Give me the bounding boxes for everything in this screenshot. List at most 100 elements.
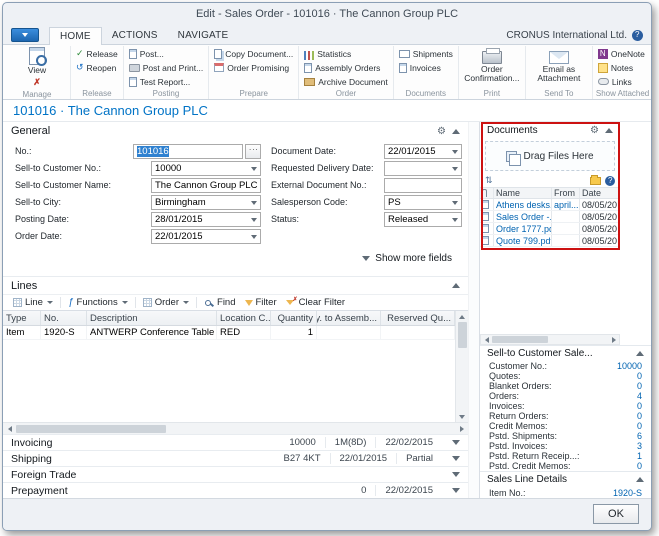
document-row[interactable]: Sales Order -... 08/05/20 [480,211,620,223]
help-icon[interactable] [632,30,643,41]
assembly-orders-button[interactable]: Assembly Orders [302,61,389,74]
clear-filter-button[interactable]: Clear Filter [282,295,349,310]
column-header[interactable]: Description [87,311,217,325]
assist-edit-button[interactable] [245,144,261,159]
scrollbar-thumb[interactable] [458,322,467,348]
functions-menu-button[interactable]: Functions [64,295,132,310]
find-button[interactable]: Find [200,295,239,310]
scroll-up-arrow[interactable] [456,311,468,322]
post-and-print-button[interactable]: Post and Print... [127,61,205,74]
dropdown-icon[interactable] [251,167,257,171]
fasttab-general-header[interactable]: General [3,122,468,140]
sales-line-details-header[interactable]: Sales Line Details [480,471,651,487]
tab-home[interactable]: HOME [49,27,102,45]
drilldown-link[interactable]: 0 [637,381,642,391]
shipments-button[interactable]: Shipments [397,47,455,60]
no-input[interactable]: 101016 [133,144,243,159]
onenote-button[interactable]: OneNote [596,47,649,60]
release-button[interactable]: Release [74,47,120,60]
scroll-left-arrow[interactable] [3,423,16,434]
dropdown-icon[interactable] [251,235,257,239]
pane-splitter[interactable] [468,122,479,498]
fasttab-shipping[interactable]: Shipping B27 4KT 22/01/2015 Partial [3,450,468,466]
posting-date-input[interactable]: 28/01/2015 [151,212,261,227]
sell-to-city-input[interactable]: Birmingham [151,195,261,210]
view-button[interactable]: View [7,47,67,75]
statistics-button[interactable]: Statistics [302,47,389,60]
post-button[interactable]: Post... [127,47,205,60]
column-header[interactable]: Qty. to Assemb... [317,311,381,325]
collapse-icon[interactable] [452,283,460,288]
document-row[interactable]: Order 1777.pdf 08/05/20 [480,223,620,235]
scroll-right-arrow[interactable] [455,423,468,434]
external-document-no-input[interactable] [384,178,462,193]
requested-delivery-date-input[interactable] [384,161,462,176]
expand-icon[interactable] [452,456,460,461]
scroll-left-arrow[interactable] [481,335,492,344]
column-header[interactable]: Location C... [217,311,271,325]
dropdown-icon[interactable] [452,201,458,205]
fasttab-foreign-trade[interactable]: Foreign Trade [3,466,468,482]
column-header[interactable]: Name [494,188,552,198]
dropdown-icon[interactable] [452,150,458,154]
dropdown-icon[interactable] [452,218,458,222]
expand-icon[interactable] [452,472,460,477]
drag-files-dropzone[interactable]: Drag Files Here [485,141,615,171]
copy-document-button[interactable]: Copy Document... [212,47,295,60]
table-row[interactable]: Item 1920-S ANTWERP Conference Table RED… [3,326,455,340]
column-header[interactable]: From [552,188,580,198]
salesperson-code-input[interactable]: PS [384,195,462,210]
archive-document-button[interactable]: Archive Document [302,75,389,88]
invoices-button[interactable]: Invoices [397,61,455,74]
help-icon[interactable] [605,176,615,186]
document-date-input[interactable]: 22/01/2015 [384,144,462,159]
folder-icon[interactable] [590,177,601,185]
documents-horizontal-scrollbar[interactable] [480,334,620,345]
expand-icon[interactable] [452,440,460,445]
documents-panel-header[interactable]: Documents [480,122,620,138]
expand-icon[interactable] [452,488,460,493]
grid-empty-area[interactable] [3,340,455,422]
drilldown-link[interactable]: 3 [637,441,642,451]
reopen-button[interactable]: Reopen [74,61,120,74]
actions-icon[interactable] [437,125,446,137]
order-confirmation-button[interactable]: Order Confirmation... [462,47,522,83]
filter-button[interactable]: Filter [241,295,281,310]
drilldown-link[interactable]: 0 [637,461,642,471]
status-select[interactable]: Released [384,212,462,227]
drilldown-link[interactable]: 0 [637,411,642,421]
drilldown-link[interactable]: 1920-S [613,488,642,498]
column-header[interactable]: Quantity [271,311,317,325]
collapse-icon[interactable] [636,477,644,482]
scroll-right-arrow[interactable] [608,335,619,344]
fasttab-lines-header[interactable]: Lines [3,276,468,294]
sell-to-customer-no-input[interactable]: 10000 [151,161,261,176]
collapse-icon[interactable] [636,351,644,356]
lines-horizontal-scrollbar[interactable] [3,422,468,434]
lines-vertical-scrollbar[interactable] [455,311,468,422]
scrollbar-thumb[interactable] [492,336,548,343]
drilldown-link[interactable]: 1 [637,451,642,461]
fasttab-prepayment[interactable]: Prepayment 0 22/02/2015 [3,482,468,498]
dropdown-icon[interactable] [251,201,257,205]
test-report-button[interactable]: Test Report... [127,75,205,88]
drilldown-link[interactable]: 0 [637,401,642,411]
drilldown-link[interactable]: 0 [637,371,642,381]
tab-actions[interactable]: ACTIONS [102,27,168,44]
order-date-input[interactable]: 22/01/2015 [151,229,261,244]
column-header[interactable]: Date [580,188,620,198]
scrollbar-thumb[interactable] [16,425,166,433]
column-header[interactable]: Reserved Qu... [381,311,455,325]
links-button[interactable]: Links [596,75,649,88]
dropdown-icon[interactable] [452,167,458,171]
fasttab-invoicing[interactable]: Invoicing 10000 1M(8D) 22/02/2015 [3,434,468,450]
dropdown-icon[interactable] [251,218,257,222]
collapse-icon[interactable] [452,129,460,134]
order-promising-button[interactable]: Order Promising [212,61,295,74]
ok-button[interactable]: OK [593,504,639,524]
drilldown-link[interactable]: 6 [637,431,642,441]
line-menu-button[interactable]: Line [9,295,57,310]
drilldown-link[interactable]: 0 [637,421,642,431]
drilldown-link[interactable]: 4 [637,391,642,401]
column-header[interactable]: No. [41,311,87,325]
